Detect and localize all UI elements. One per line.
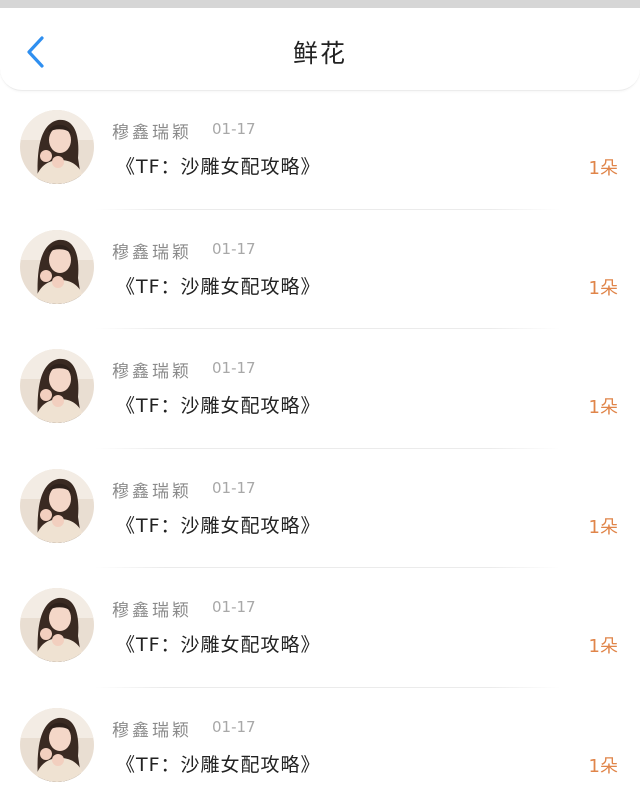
- post-date: 01-17: [212, 120, 256, 138]
- post-date: 01-17: [212, 359, 256, 377]
- post-date: 01-17: [212, 718, 256, 736]
- list-item[interactable]: 穆鑫瑞颖 01-17 《TF：沙雕女配攻略》 1朵: [0, 329, 640, 449]
- avatar[interactable]: [20, 708, 94, 782]
- post-date: 01-17: [212, 240, 256, 258]
- book-title[interactable]: 《TF：沙雕女配攻略》: [116, 272, 321, 299]
- book-title[interactable]: 《TF：沙雕女配攻略》: [116, 391, 321, 418]
- flower-count: 1朵: [589, 154, 618, 180]
- book-title[interactable]: 《TF：沙雕女配攻略》: [116, 152, 321, 179]
- list-item[interactable]: 穆鑫瑞颖 01-17 《TF：沙雕女配攻略》 1朵: [0, 568, 640, 688]
- author-name: 穆鑫瑞颖: [112, 357, 192, 382]
- author-name: 穆鑫瑞颖: [112, 716, 192, 741]
- author-name: 穆鑫瑞颖: [112, 596, 192, 621]
- avatar[interactable]: [20, 349, 94, 423]
- book-title[interactable]: 《TF：沙雕女配攻略》: [116, 630, 321, 657]
- author-name: 穆鑫瑞颖: [112, 118, 192, 143]
- flower-count: 1朵: [589, 274, 618, 300]
- flower-list: 穆鑫瑞颖 01-17 《TF：沙雕女配攻略》 1朵 穆鑫瑞颖 01-17 《TF…: [0, 90, 640, 807]
- page-title: 鲜花: [0, 34, 640, 70]
- header-bar: 鲜花: [0, 8, 640, 91]
- flower-count: 1朵: [589, 393, 618, 419]
- list-item[interactable]: 穆鑫瑞颖 01-17 《TF：沙雕女配攻略》 1朵: [0, 688, 640, 807]
- avatar[interactable]: [20, 469, 94, 543]
- flower-count: 1朵: [589, 513, 618, 539]
- flower-count: 1朵: [589, 752, 618, 778]
- avatar[interactable]: [20, 588, 94, 662]
- book-title[interactable]: 《TF：沙雕女配攻略》: [116, 511, 321, 538]
- list-item[interactable]: 穆鑫瑞颖 01-17 《TF：沙雕女配攻略》 1朵: [0, 210, 640, 330]
- book-title[interactable]: 《TF：沙雕女配攻略》: [116, 750, 321, 777]
- flower-count: 1朵: [589, 632, 618, 658]
- post-date: 01-17: [212, 479, 256, 497]
- author-name: 穆鑫瑞颖: [112, 238, 192, 263]
- author-name: 穆鑫瑞颖: [112, 477, 192, 502]
- list-item[interactable]: 穆鑫瑞颖 01-17 《TF：沙雕女配攻略》 1朵: [0, 90, 640, 210]
- avatar[interactable]: [20, 110, 94, 184]
- list-item[interactable]: 穆鑫瑞颖 01-17 《TF：沙雕女配攻略》 1朵: [0, 449, 640, 569]
- avatar[interactable]: [20, 230, 94, 304]
- post-date: 01-17: [212, 598, 256, 616]
- status-strip: [0, 0, 640, 8]
